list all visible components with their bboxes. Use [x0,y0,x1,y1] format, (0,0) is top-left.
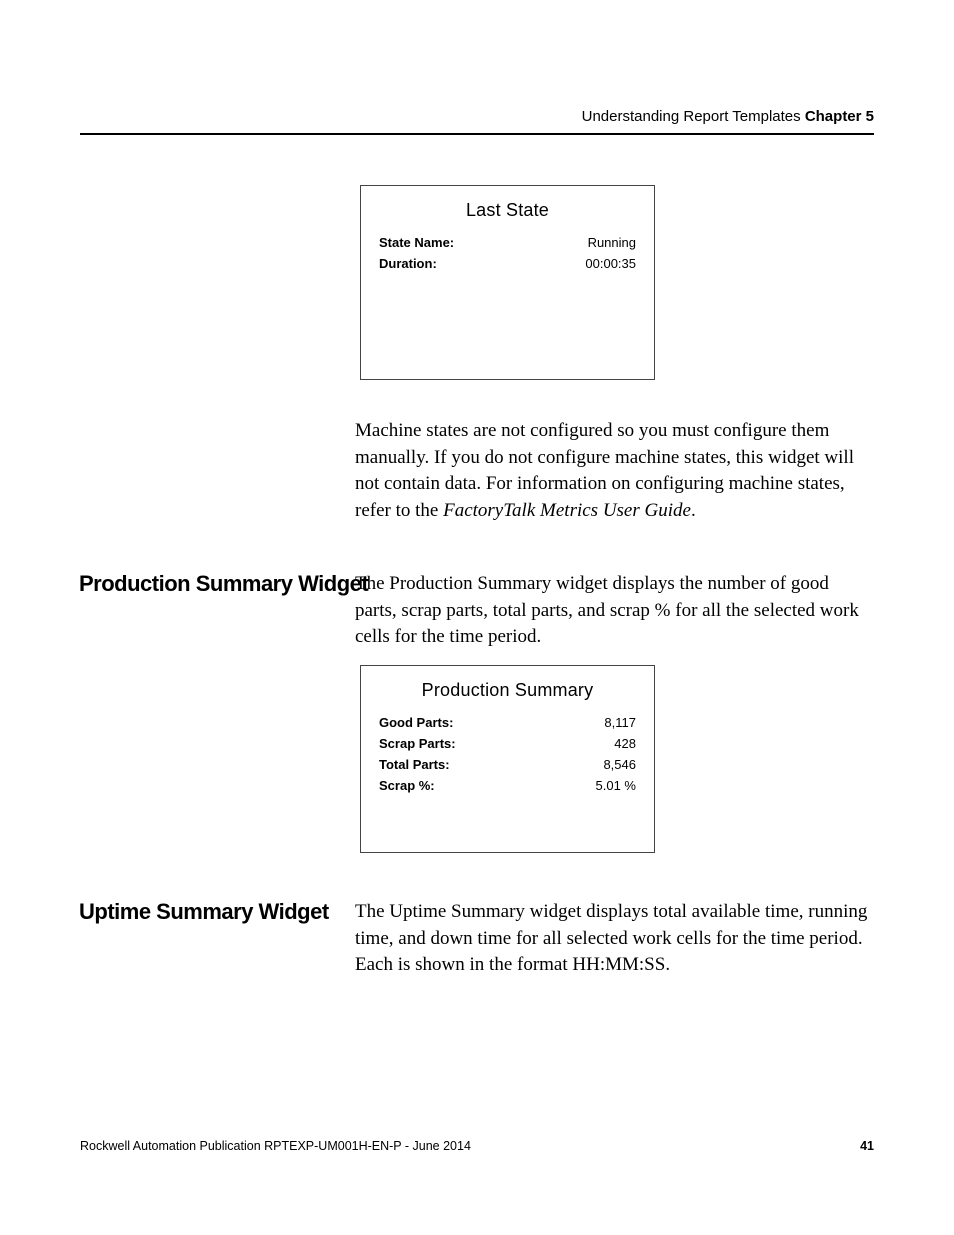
body-paragraph: The Production Summary widget displays t… [355,571,875,651]
row-value: 00:00:35 [585,256,636,271]
page: Understanding Report Templates Chapter 5… [0,0,954,1235]
section-heading-uptime: Uptime Summary Widget [79,899,329,925]
body-paragraph: Machine states are not configured so you… [355,418,865,524]
last-state-widget: Last State State Name: Running Duration:… [360,185,655,380]
widget-row: Scrap Parts: 428 [379,736,636,751]
row-label: Duration: [379,256,437,271]
row-label: Scrap Parts: [379,736,456,751]
para-italic: FactoryTalk Metrics User Guide [443,500,691,521]
row-value: 428 [614,736,636,751]
header-rule [80,133,874,135]
widget-row: Duration: 00:00:35 [379,256,636,271]
breadcrumb-section: Understanding Report Templates [582,108,805,125]
para-text-tail: . [691,500,696,521]
row-value: 8,546 [603,757,636,772]
widget-row: Total Parts: 8,546 [379,757,636,772]
widget-title: Production Summary [379,680,636,701]
widget-row: Good Parts: 8,117 [379,715,636,730]
breadcrumb: Understanding Report Templates Chapter 5 [80,108,874,125]
row-value: Running [588,235,636,250]
publication-id: Rockwell Automation Publication RPTEXP-U… [80,1139,471,1153]
section-heading-production: Production Summary Widget [79,571,368,597]
row-label: State Name: [379,235,454,250]
row-label: Total Parts: [379,757,450,772]
row-label: Scrap %: [379,778,435,793]
body-paragraph: The Uptime Summary widget displays total… [355,899,875,979]
production-summary-widget: Production Summary Good Parts: 8,117 Scr… [360,665,655,853]
row-value: 5.01 % [596,778,636,793]
page-footer: Rockwell Automation Publication RPTEXP-U… [80,1139,874,1153]
widget-row: Scrap %: 5.01 % [379,778,636,793]
page-number: 41 [860,1139,874,1153]
page-header: Understanding Report Templates Chapter 5 [80,108,874,135]
widget-row: State Name: Running [379,235,636,250]
breadcrumb-chapter: Chapter 5 [805,108,874,125]
widget-title: Last State [379,200,636,221]
row-value: 8,117 [604,715,636,730]
row-label: Good Parts: [379,715,453,730]
